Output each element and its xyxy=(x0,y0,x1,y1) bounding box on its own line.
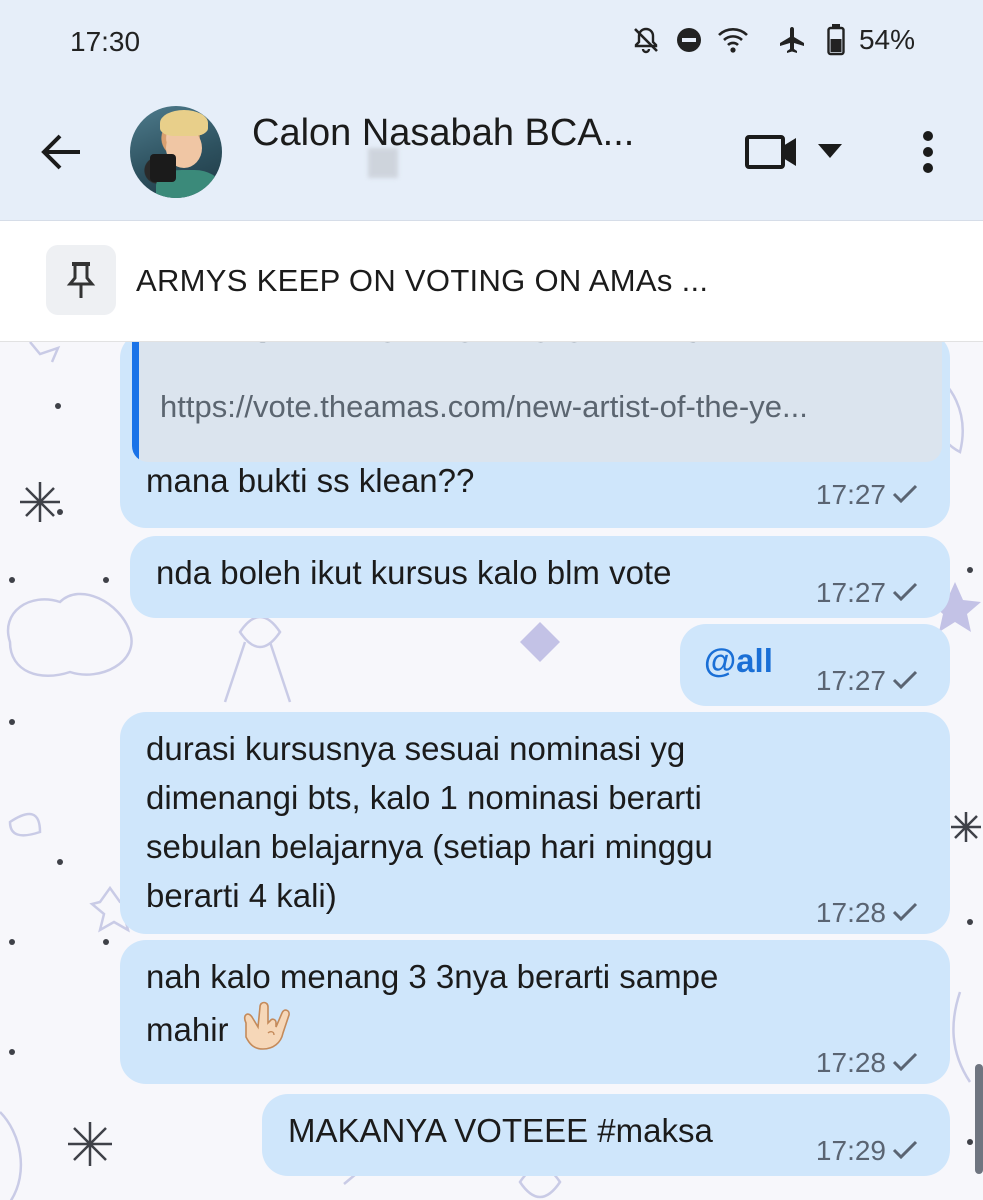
message-text: nah kalo menang 3 3nya berarti sampe mah… xyxy=(146,952,718,1064)
wifi-icon xyxy=(717,26,749,54)
pin-icon xyxy=(46,245,116,315)
love-you-gesture-emoji xyxy=(238,1001,290,1064)
message-meta: 17:27 xyxy=(816,656,918,705)
status-bar: 17:30 54% xyxy=(0,0,983,84)
avatar[interactable] xyxy=(130,106,222,198)
message-time: 17:28 xyxy=(815,1047,886,1078)
check-icon xyxy=(892,888,918,937)
status-time: 17:30 xyxy=(70,26,141,57)
message-time: 17:29 xyxy=(815,1135,886,1166)
message-text: nda boleh ikut kursus kalo blm vote xyxy=(156,554,672,591)
chat-title[interactable]: Calon Nasabah BCA... xyxy=(252,112,634,155)
message-line: nah kalo menang 3 3nya berarti sampe xyxy=(146,958,719,995)
message-time: 17:27 xyxy=(815,665,886,696)
check-icon xyxy=(892,470,918,519)
bell-off-icon xyxy=(631,25,661,55)
chat-area[interactable]: ARMYS KEEP ON VOTING ON AMAs https://vot… xyxy=(0,342,983,1200)
check-icon xyxy=(892,568,918,617)
quote-title: ARMYS KEEP ON VOTING ON AMAs xyxy=(162,342,701,357)
back-arrow-icon[interactable] xyxy=(38,132,82,172)
message-meta: 17:28 xyxy=(816,888,918,937)
message-bubble[interactable]: MAKANYA VOTEEE #maksa 17:29 xyxy=(262,1094,950,1176)
message-text: mana bukti ss klean?? xyxy=(146,462,475,499)
message-time: 17:27 xyxy=(815,479,886,510)
subtitle-blur xyxy=(368,148,398,178)
message-time: 17:27 xyxy=(815,577,886,608)
quote-accent-bar xyxy=(132,342,139,462)
caret-down-icon[interactable] xyxy=(818,144,842,163)
message-meta: 17:29 xyxy=(816,1126,918,1175)
scrollbar-thumb[interactable] xyxy=(975,1064,983,1174)
message-line: mahir xyxy=(146,1011,229,1049)
quoted-message[interactable]: ARMYS KEEP ON VOTING ON AMAs https://vot… xyxy=(132,342,942,462)
message-bubble[interactable]: ARMYS KEEP ON VOTING ON AMAs https://vot… xyxy=(120,342,950,528)
airplane-icon xyxy=(777,25,807,55)
chat-header: Calon Nasabah BCA... xyxy=(0,84,983,221)
message-text: MAKANYA VOTEEE #maksa xyxy=(288,1112,713,1149)
message-bubble[interactable]: durasi kursusnya sesuai nominasi yg dime… xyxy=(120,712,950,934)
quote-link[interactable]: https://vote.theamas.com/new-artist-of-t… xyxy=(160,382,808,431)
message-meta: 17:27 xyxy=(816,568,918,617)
check-icon xyxy=(892,1038,918,1087)
message-meta: 17:28 xyxy=(816,1038,918,1087)
message-line: sebulan belajarnya (setiap hari minggu xyxy=(146,828,713,865)
battery-percent: 54% xyxy=(858,24,915,55)
more-vert-icon[interactable] xyxy=(916,128,940,181)
message-text: durasi kursusnya sesuai nominasi yg dime… xyxy=(146,724,713,920)
message-time: 17:28 xyxy=(815,897,886,928)
pinned-message-bar[interactable]: ARMYS KEEP ON VOTING ON AMAs ... xyxy=(0,221,983,342)
message-meta: 17:27 xyxy=(816,470,918,519)
check-icon xyxy=(892,656,918,705)
do-not-disturb-icon xyxy=(675,26,703,54)
message-bubble[interactable]: nda boleh ikut kursus kalo blm vote 17:2… xyxy=(130,536,950,618)
check-icon xyxy=(892,1126,918,1175)
message-line: durasi kursusnya sesuai nominasi yg xyxy=(146,730,686,767)
mention-all-link[interactable]: @all xyxy=(704,636,773,685)
pinned-text: ARMYS KEEP ON VOTING ON AMAs ... xyxy=(136,263,709,298)
battery-icon xyxy=(827,24,845,56)
video-call-icon[interactable] xyxy=(744,132,798,177)
message-line: dimenangi bts, kalo 1 nominasi berarti xyxy=(146,779,702,816)
message-line: berarti 4 kali) xyxy=(146,877,337,914)
message-bubble[interactable]: @all 17:27 xyxy=(680,624,950,706)
message-bubble[interactable]: nah kalo menang 3 3nya berarti sampe mah… xyxy=(120,940,950,1084)
status-icons: 54% xyxy=(631,24,915,56)
